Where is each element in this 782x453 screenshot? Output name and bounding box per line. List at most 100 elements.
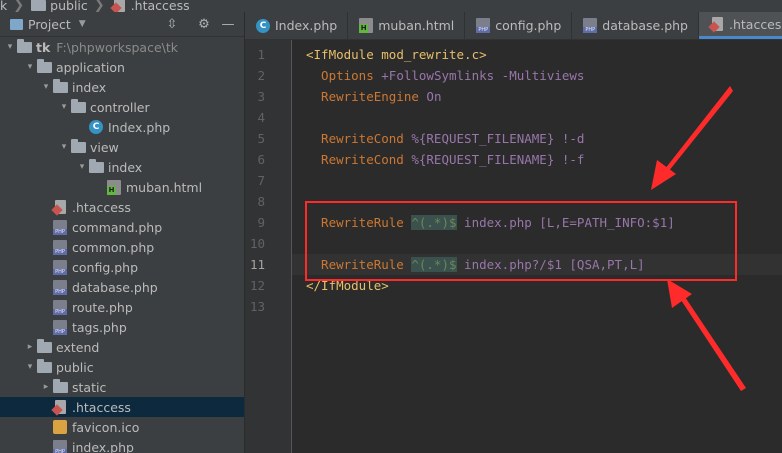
tree-item[interactable]: ▾ tk F:\phpworkspace\tk [0,37,244,57]
breadcrumb-label: k [0,0,8,12]
tree-item[interactable]: route.php [0,297,244,317]
htaccess-file-icon [111,0,127,12]
tree-item[interactable]: ▾ application [0,57,244,77]
project-panel: Project ▼ ⇳ ⚙ — ▾ tk F:\phpworkspace\tk ▾ ap… [0,12,245,453]
collapse-all-icon[interactable]: ⇳ [164,16,180,32]
tab-label: Index.php [275,18,338,33]
chevron-down-icon[interactable]: ▾ [24,57,36,77]
chevron-down-icon[interactable]: ▾ [58,137,70,157]
tree-item[interactable]: ▾ index [0,157,244,177]
breadcrumb-item[interactable]: .htaccess [111,0,190,12]
tree-item-label: database.php [72,279,158,295]
tree-item[interactable]: ▾ index [0,77,244,97]
php-file-icon [52,279,68,295]
breadcrumb-item[interactable]: public [30,0,88,12]
code-token: +FollowSymlinks -Multiviews [381,68,585,83]
htaccess-file-icon [52,399,68,415]
tree-item-label: controller [90,99,150,115]
folder-icon [36,338,52,355]
class-file-icon: C [255,18,271,34]
chevron-down-icon[interactable]: ▾ [76,157,88,177]
tab-label: muban.html [378,18,455,33]
tab-label: database.php [602,18,688,33]
line-number: 7 [257,173,265,188]
tree-item[interactable]: .htaccess [0,397,244,417]
tree-item[interactable]: ▾ controller [0,97,244,117]
tree-item-label: view [90,139,119,155]
folder-icon [36,58,52,75]
tree-item[interactable]: .htaccess [0,197,244,217]
tree-item-label: common.php [72,239,155,255]
tree-item-label: tags.php [72,319,127,335]
code-line: RewriteCond %{REQUEST_FILENAME} !-f [292,149,782,170]
tree-item-label: application [56,59,125,75]
php-file-icon [475,18,491,34]
breadcrumb-label: .htaccess [130,0,190,12]
html-file-icon [106,179,122,195]
tab-4[interactable]: .htaccess [698,12,782,39]
tree-item-label: Index.php [108,119,171,135]
tree-item[interactable]: index.php [0,437,244,453]
folder-icon [30,0,46,12]
chevron-down-icon[interactable]: ▾ [40,77,52,97]
htaccess-file-icon [709,16,725,32]
folder-icon [52,78,68,95]
tree-item[interactable]: muban.html [0,177,244,197]
tree-item[interactable]: ▸ static [0,377,244,397]
code-token: > [479,47,487,62]
folder-icon [70,138,86,155]
tree-item[interactable]: tags.php [0,317,244,337]
chevron-down-icon[interactable]: ▾ [24,357,36,377]
tree-item[interactable]: favicon.ico [0,417,244,437]
tree-item[interactable]: common.php [0,237,244,257]
tab-3[interactable]: database.php [572,12,699,39]
line-number: 10 [249,236,265,251]
chevron-down-icon[interactable]: ▾ [58,97,70,117]
tree-item[interactable]: ▾ public [0,357,244,377]
chevron-down-icon[interactable]: ▾ [4,37,16,57]
project-tree: ▾ tk F:\phpworkspace\tk ▾ application ▾ index ▾… [0,37,244,453]
php-file-icon [582,18,598,34]
ico-file-icon [52,419,68,435]
tab-label: config.php [495,18,562,33]
tree-item-label: config.php [72,259,139,275]
hide-panel-icon[interactable]: — [220,16,236,32]
class-file-icon: C [88,119,104,135]
chevron-right-icon[interactable]: ▸ [24,337,36,357]
tree-item-path: F:\phpworkspace\tk [56,39,179,55]
line-number: 9 [257,215,265,230]
tree-item[interactable]: ▸ extend [0,337,244,357]
tab-2[interactable]: config.php [465,12,573,39]
gear-icon[interactable]: ⚙ [196,16,212,32]
line-number: 6 [257,152,265,167]
tree-item[interactable]: config.php [0,257,244,277]
folder-icon [88,158,104,175]
tree-item-label: static [72,379,107,395]
code-token: RewriteEngine [306,89,427,104]
tree-item[interactable]: database.php [0,277,244,297]
breadcrumb-item[interactable]: k [0,0,7,12]
tree-item-label: public [56,359,94,375]
breadcrumb-separator-icon: ❯ [13,0,25,12]
tree-item[interactable]: C Index.php [0,117,244,137]
chevron-right-icon[interactable]: ▸ [40,377,52,397]
tree-item[interactable]: ▾ view [0,137,244,157]
chevron-down-icon[interactable]: ▼ [79,19,86,29]
tab-1[interactable]: muban.html [348,12,466,39]
tree-item-label: .htaccess [72,399,131,415]
php-file-icon [52,299,68,315]
code-token: RewriteCond [306,131,412,146]
tree-item-label: route.php [72,299,133,315]
tab-0[interactable]: C Index.php [245,12,349,39]
tree-item[interactable]: command.php [0,217,244,237]
project-view-selector[interactable]: Project ▼ [8,16,86,32]
htaccess-file-icon [52,199,68,215]
